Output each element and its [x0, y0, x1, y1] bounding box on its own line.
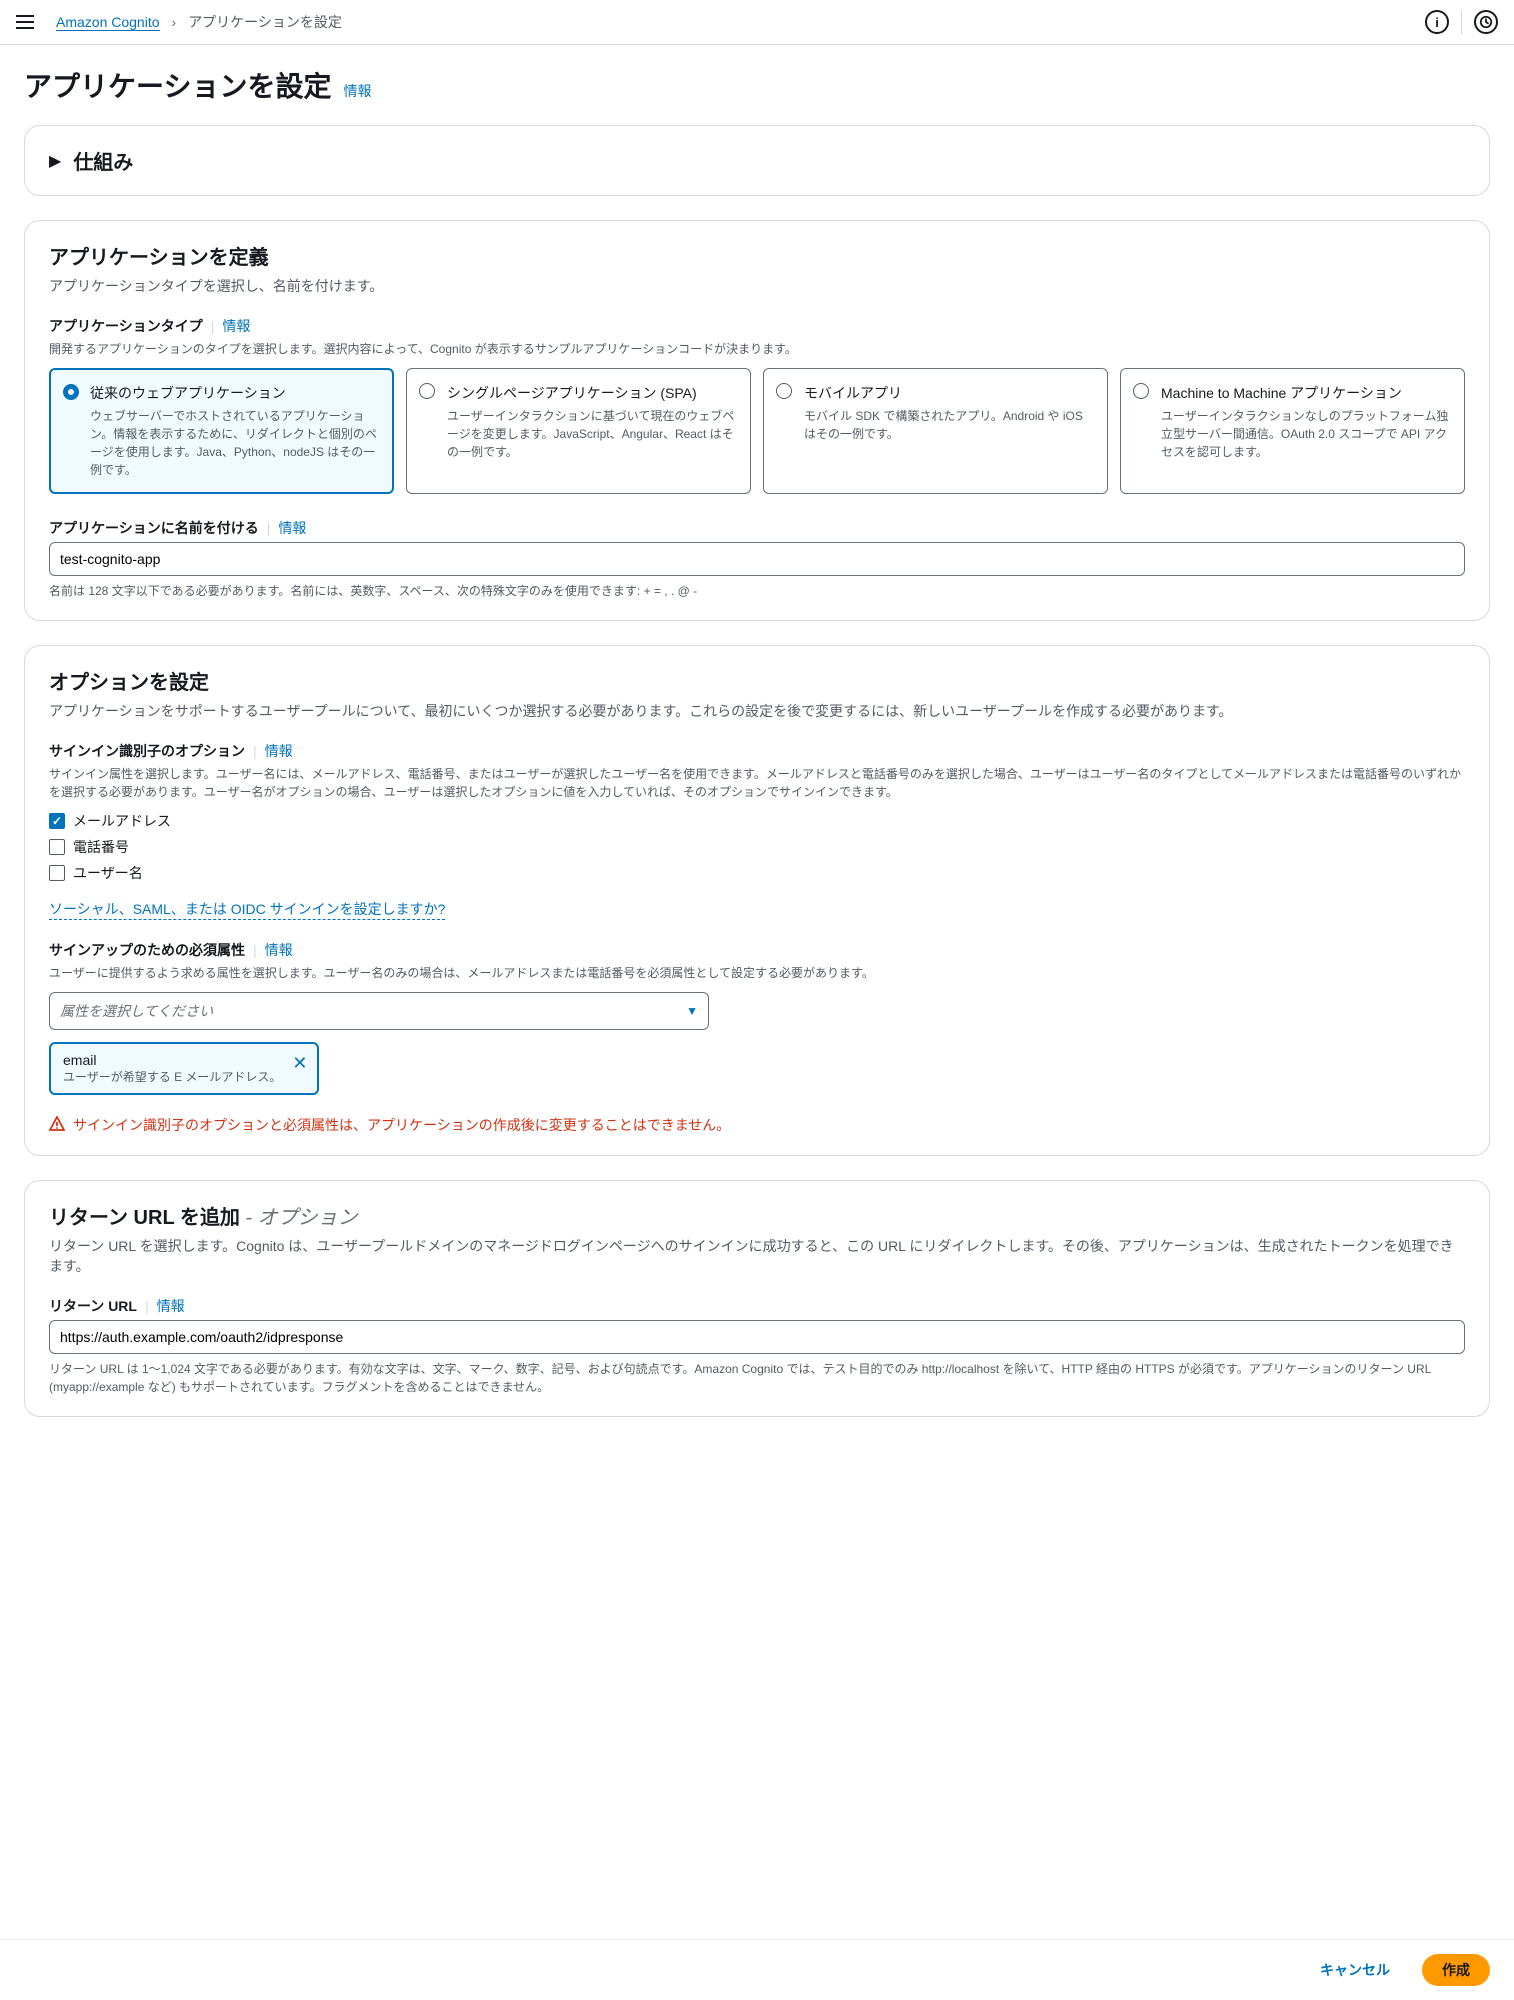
checkbox-phone[interactable] — [49, 839, 65, 855]
tile-desc: ユーザーインタラクションなしのプラットフォーム独立型サーバー間通信。OAuth … — [1161, 407, 1450, 461]
close-icon[interactable]: ✕ — [292, 1054, 307, 1072]
tile-title: モバイルアプリ — [804, 383, 1093, 403]
options-title: オプションを設定 — [49, 666, 1465, 695]
tile-title: シングルページアプリケーション (SPA) — [447, 383, 736, 403]
signin-desc: サインイン属性を選択します。ユーザー名には、メールアドレス、電話番号、またはユー… — [49, 765, 1465, 801]
warning-text: サインイン識別子のオプションと必須属性は、アプリケーションの作成後に変更すること… — [73, 1115, 730, 1135]
chip-label: email — [63, 1052, 281, 1068]
return-url-label: リターン URL — [49, 1296, 137, 1316]
return-url-desc: リターン URL を選択します。Cognito は、ユーザープールドメインのマネ… — [49, 1236, 1465, 1276]
info-icon[interactable]: i — [1425, 10, 1449, 34]
radio-icon — [63, 384, 79, 400]
breadcrumb-service-link[interactable]: Amazon Cognito — [56, 14, 160, 31]
options-desc: アプリケーションをサポートするユーザープールについて、最初にいくつか選択する必要… — [49, 701, 1465, 721]
app-type-tiles: 従来のウェブアプリケーション ウェブサーバーでホストされているアプリケーション。… — [49, 368, 1465, 494]
checkbox-label: 電話番号 — [73, 837, 129, 857]
how-it-works-label: 仕組み — [73, 146, 133, 175]
footer-buttons: キャンセル 作成 — [0, 1939, 1514, 2000]
radio-icon — [419, 383, 435, 399]
page-title: アプリケーションを設定 — [24, 65, 331, 105]
attribute-chip-email: email ユーザーが希望する E メールアドレス。 ✕ — [49, 1042, 319, 1095]
radio-icon — [1133, 383, 1149, 399]
tile-mobile[interactable]: モバイルアプリ モバイル SDK で構築されたアプリ。Android や iOS… — [763, 368, 1108, 494]
menu-icon[interactable] — [16, 10, 40, 34]
define-desc: アプリケーションタイプを選択し、名前を付けます。 — [49, 276, 1465, 296]
checkbox-username[interactable] — [49, 865, 65, 881]
required-attrs-desc: ユーザーに提供するよう求める属性を選択します。ユーザー名のみの場合は、メールアド… — [49, 964, 1465, 982]
top-bar: Amazon Cognito › アプリケーションを設定 i — [0, 0, 1514, 45]
tile-desc: ユーザーインタラクションに基づいて現在のウェブページを変更します。JavaScr… — [447, 407, 736, 461]
page-info-link[interactable]: 情報 — [343, 81, 371, 101]
chevron-right-icon: › — [172, 14, 177, 30]
return-url-info-link[interactable]: 情報 — [157, 1296, 185, 1316]
define-title: アプリケーションを定義 — [49, 241, 1465, 270]
cancel-button[interactable]: キャンセル — [1300, 1954, 1410, 1986]
options-panel: オプションを設定 アプリケーションをサポートするユーザープールについて、最初にい… — [24, 645, 1490, 1156]
signin-label: サインイン識別子のオプション — [49, 741, 245, 761]
checkbox-label: メールアドレス — [73, 811, 171, 831]
tile-desc: ウェブサーバーでホストされているアプリケーション。情報を表示するために、リダイレ… — [90, 407, 379, 479]
tile-desc: モバイル SDK で構築されたアプリ。Android や iOS はその一例です… — [804, 407, 1093, 443]
app-name-input[interactable] — [49, 542, 1465, 576]
return-url-helper: リターン URL は 1〜1,024 文字である必要があります。有効な文字は、文… — [49, 1360, 1465, 1396]
tile-traditional-web[interactable]: 従来のウェブアプリケーション ウェブサーバーでホストされているアプリケーション。… — [49, 368, 394, 494]
tile-title: Machine to Machine アプリケーション — [1161, 383, 1450, 403]
tile-m2m[interactable]: Machine to Machine アプリケーション ユーザーインタラクション… — [1120, 368, 1465, 494]
tile-spa[interactable]: シングルページアプリケーション (SPA) ユーザーインタラクションに基づいて現… — [406, 368, 751, 494]
app-type-desc: 開発するアプリケーションのタイプを選択します。選択内容によって、Cognito … — [49, 340, 1465, 358]
signin-checkbox-group: メールアドレス 電話番号 ユーザー名 — [49, 811, 1465, 883]
return-url-panel: リターン URL を追加 - オプション リターン URL を選択します。Cog… — [24, 1180, 1490, 1417]
checkbox-label: ユーザー名 — [73, 863, 143, 883]
how-it-works-toggle[interactable]: ▶ 仕組み — [49, 146, 1465, 175]
return-url-title: リターン URL を追加 - オプション — [49, 1201, 1465, 1230]
chevron-down-icon: ▼ — [686, 1004, 698, 1018]
optional-label: - オプション — [240, 1207, 358, 1229]
divider — [1461, 10, 1462, 34]
breadcrumb: Amazon Cognito › アプリケーションを設定 — [56, 12, 1425, 32]
return-url-input[interactable] — [49, 1320, 1465, 1354]
clock-icon[interactable] — [1474, 10, 1498, 34]
app-type-info-link[interactable]: 情報 — [222, 316, 250, 336]
app-type-label: アプリケーションタイプ — [49, 316, 203, 336]
warning-icon — [49, 1116, 65, 1135]
tile-title: 従来のウェブアプリケーション — [90, 383, 379, 403]
checkbox-email[interactable] — [49, 813, 65, 829]
radio-icon — [776, 383, 792, 399]
social-signin-link[interactable]: ソーシャル、SAML、または OIDC サインインを設定しますか? — [49, 899, 445, 920]
signin-info-link[interactable]: 情報 — [265, 741, 293, 761]
app-name-label: アプリケーションに名前を付ける — [49, 518, 259, 538]
chip-desc: ユーザーが希望する E メールアドレス。 — [63, 1068, 281, 1085]
required-attrs-info-link[interactable]: 情報 — [265, 940, 293, 960]
create-button[interactable]: 作成 — [1422, 1954, 1490, 1986]
required-attrs-label: サインアップのための必須属性 — [49, 940, 245, 960]
select-placeholder: 属性を選択してください — [60, 1001, 213, 1021]
app-name-helper: 名前は 128 文字以下である必要があります。名前には、英数字、スペース、次の特… — [49, 582, 1465, 600]
app-name-info-link[interactable]: 情報 — [278, 518, 306, 538]
required-attrs-select[interactable]: 属性を選択してください ▼ — [49, 992, 709, 1030]
caret-right-icon: ▶ — [49, 151, 61, 171]
breadcrumb-current: アプリケーションを設定 — [188, 12, 342, 32]
define-application-panel: アプリケーションを定義 アプリケーションタイプを選択し、名前を付けます。 アプリ… — [24, 220, 1490, 621]
